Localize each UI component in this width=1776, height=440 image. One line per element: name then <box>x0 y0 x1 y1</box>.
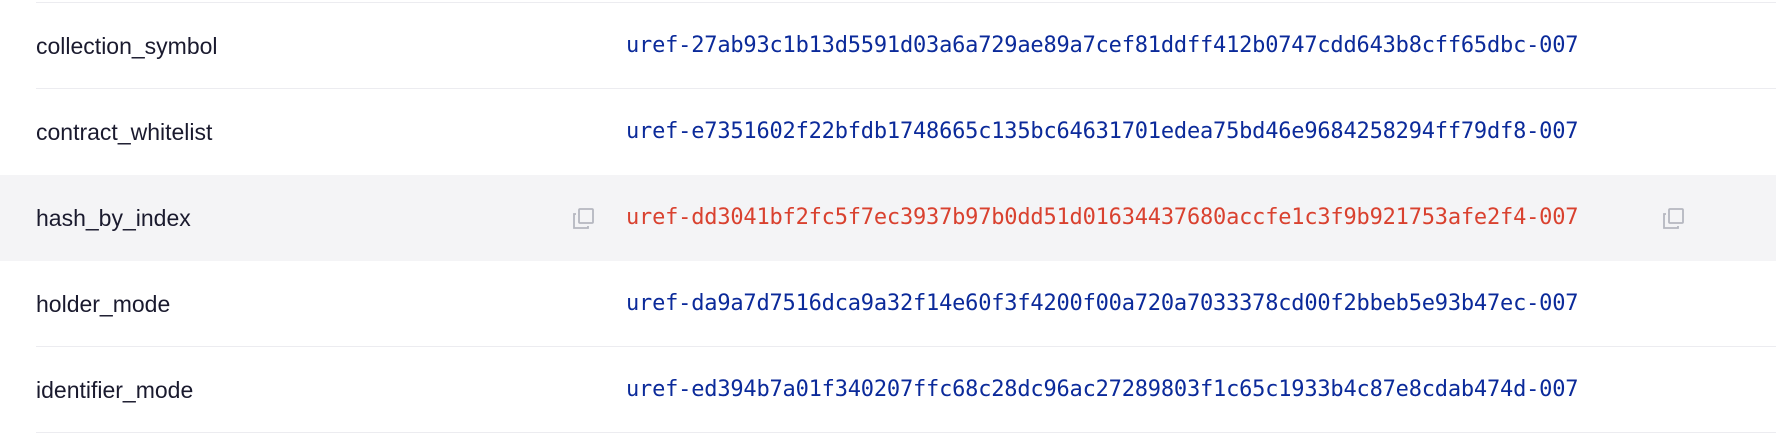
named-key-name: collection_symbol <box>36 33 218 59</box>
table-row: identifier_mode uref-ed394b7a01f340207ff… <box>0 347 1776 433</box>
named-key-name: holder_mode <box>36 291 171 317</box>
table-row: contract_whitelist uref-e7351602f22bfdb1… <box>0 89 1776 175</box>
copy-icon[interactable] <box>571 207 595 231</box>
uref-link[interactable]: uref-ed394b7a01f340207ffc68c28dc96ac2728… <box>626 347 1578 433</box>
table-row: collection_symbol uref-27ab93c1b13d5591d… <box>0 3 1776 89</box>
uref-link[interactable]: uref-da9a7d7516dca9a32f14e60f3f4200f00a7… <box>626 261 1578 347</box>
named-key-name: identifier_mode <box>36 377 194 403</box>
named-key-name: hash_by_index <box>36 205 191 231</box>
table-row: holder_mode uref-da9a7d7516dca9a32f14e60… <box>0 261 1776 347</box>
named-key-name: contract_whitelist <box>36 119 213 145</box>
named-keys-table: collection_symbol uref-27ab93c1b13d5591d… <box>0 0 1776 440</box>
uref-link[interactable]: uref-dd3041bf2fc5f7ec3937b97b0dd51d01634… <box>626 175 1578 261</box>
table-row: hash_by_index uref-dd3041bf2fc5f7ec3937b… <box>0 175 1776 261</box>
uref-link[interactable]: uref-e7351602f22bfdb1748665c135bc6463170… <box>626 89 1578 175</box>
row-divider <box>36 432 1776 433</box>
copy-icon[interactable] <box>1661 207 1685 231</box>
uref-link[interactable]: uref-27ab93c1b13d5591d03a6a729ae89a7cef8… <box>626 3 1578 89</box>
